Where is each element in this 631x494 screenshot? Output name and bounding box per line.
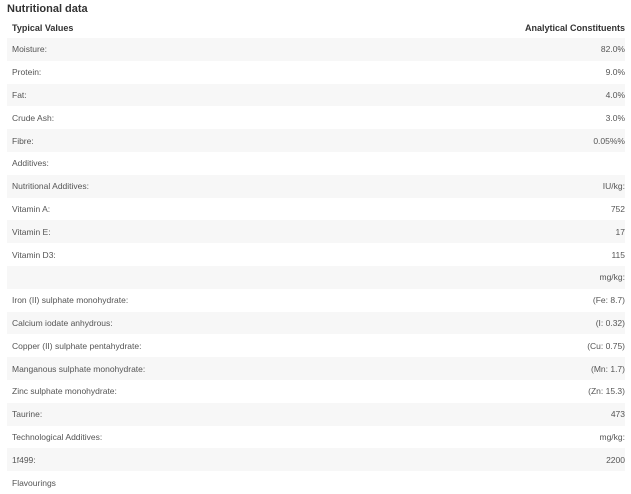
row-label: Technological Additives: [12, 431, 103, 442]
row-value: (I: 0.32) [595, 317, 625, 328]
row-label: Nutritional Additives: [12, 181, 90, 192]
header-typical-values: Typical Values [12, 23, 74, 33]
row-value: (Mn: 1.7) [590, 363, 625, 374]
row-value: 752 [610, 203, 625, 214]
row-value: 9.0% [605, 67, 625, 78]
nutritional-data-panel: Nutritional data Typical Values Analytic… [0, 0, 631, 494]
row-label: Vitamin D3: [12, 249, 56, 260]
row-label: Vitamin E: [12, 226, 51, 237]
row-value: (Fe: 8.7) [592, 295, 625, 306]
table-row: Fibre: 0.05%% [7, 129, 625, 152]
table-row: Vitamin E: 17 [7, 220, 625, 244]
table-row: Zinc sulphate monohydrate: (Zn: 15.3) [7, 379, 625, 403]
row-label: Vitamin A: [12, 203, 51, 214]
table-row: Crude Ash: 3.0% [7, 106, 625, 130]
table-header: Typical Values Analytical Constituents [7, 18, 625, 38]
nutrition-table: Moisture: 82.0% Protein: 9.0% Fat: 4.0% Cru… [7, 38, 625, 494]
table-row: mg/kg: [7, 265, 625, 289]
row-label: Flavourings [12, 477, 56, 488]
row-label: Iron (II) sulphate monohydrate: [12, 295, 129, 306]
table-row: Manganous sulphate monohydrate: (Mn: 1.7) [7, 357, 625, 380]
row-value: 0.05%% [593, 135, 625, 146]
row-value: 473 [610, 409, 625, 420]
table-row: 1f499: 2200 [7, 448, 625, 472]
row-label: Crude Ash: [12, 112, 55, 123]
table-row: Technological Additives: mg/kg: [7, 425, 625, 449]
row-label: Additives: [12, 158, 49, 169]
row-label: Taurine: [12, 409, 43, 420]
row-label: Zinc sulphate monohydrate: [12, 386, 117, 397]
table-row: Iron (II) sulphate monohydrate: (Fe: 8.7) [7, 288, 625, 312]
header-analytical-constituents: Analytical Constituents [524, 23, 625, 33]
table-row: Copper (II) sulphate pentahydrate: (Cu: 0… [7, 334, 625, 358]
row-label: Fibre: [12, 135, 34, 146]
row-label: Fat: [12, 89, 27, 100]
table-row: Vitamin D3: 115 [7, 243, 625, 266]
table-row: Protein: 9.0% [7, 60, 625, 84]
row-value: mg/kg: [599, 272, 625, 283]
row-value: (Zn: 15.3) [588, 386, 625, 397]
table-row: Taurine: 473 [7, 402, 625, 426]
section-title: Nutritional data [7, 3, 88, 15]
row-value: 17 [615, 226, 625, 237]
row-label: Copper (II) sulphate pentahydrate: [12, 340, 142, 351]
row-label: Manganous sulphate monohydrate: [12, 363, 146, 374]
row-value: 2200 [606, 454, 625, 465]
table-row: Calcium iodate anhydrous: (I: 0.32) [7, 311, 625, 335]
row-value: (Cu: 0.75) [587, 340, 625, 351]
row-label: Moisture: [12, 44, 47, 55]
row-label: 1f499: [12, 454, 36, 465]
table-row: Additives: [7, 151, 625, 175]
row-label: Calcium iodate anhydrous: [12, 317, 113, 328]
table-row: Moisture: 82.0% [7, 38, 625, 61]
table-row: Vitamin A: 752 [7, 197, 625, 221]
table-row: Flavourings [7, 471, 625, 494]
row-value: IU/kg: [602, 181, 625, 192]
table-row: Nutritional Additives: IU/kg: [7, 174, 625, 198]
row-label: Protein: [12, 67, 42, 78]
table-row: Fat: 4.0% [7, 83, 625, 107]
row-value: 3.0% [605, 112, 625, 123]
row-value: mg/kg: [599, 431, 625, 442]
row-value: 4.0% [605, 89, 625, 100]
row-value: 82.0% [600, 44, 625, 55]
row-value: 115 [611, 249, 625, 260]
